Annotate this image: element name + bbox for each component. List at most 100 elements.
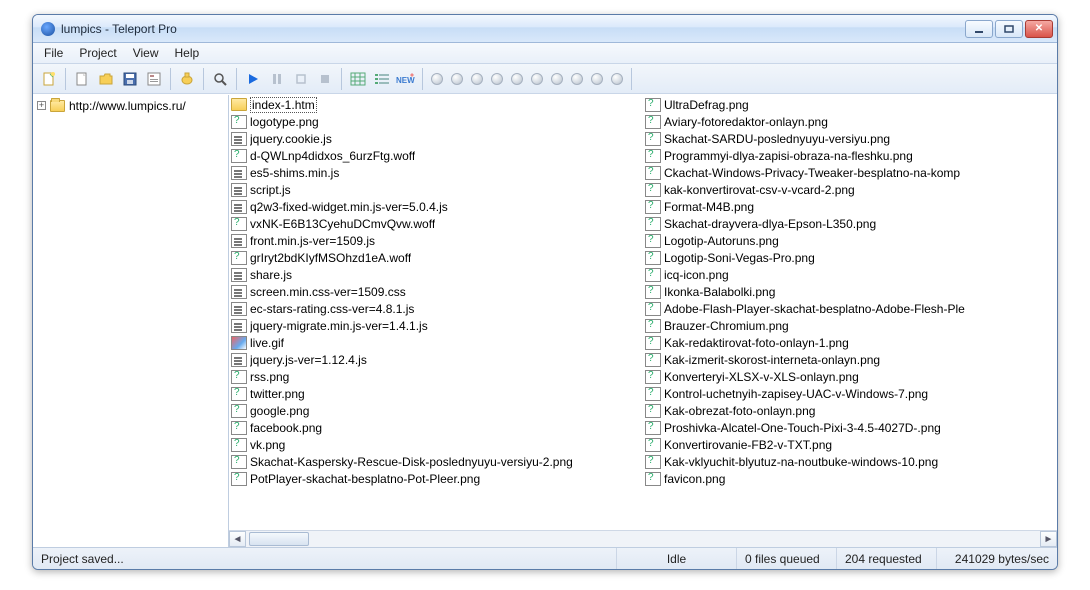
new-address-button[interactable]: NEW — [395, 68, 417, 90]
file-name: jquery.js-ver=1.12.4.js — [250, 353, 367, 367]
file-item[interactable]: Proshivka-Alcatel-One-Touch-Pixi-3-4.5-4… — [645, 419, 1055, 436]
file-item[interactable]: twitter.png — [231, 385, 641, 402]
expand-icon[interactable]: + — [37, 101, 46, 110]
horizontal-scrollbar[interactable]: ◄ ► — [229, 530, 1057, 547]
file-item[interactable]: share.js — [231, 266, 641, 283]
run-button[interactable] — [242, 68, 264, 90]
file-item[interactable]: vk.png — [231, 436, 641, 453]
file-item[interactable]: jquery.js-ver=1.12.4.js — [231, 351, 641, 368]
scroll-right-button[interactable]: ► — [1040, 531, 1057, 547]
menu-view[interactable]: View — [126, 45, 166, 61]
file-name: live.gif — [250, 336, 284, 350]
q-icon — [645, 268, 661, 282]
file-item[interactable]: jquery-migrate.min.js-ver=1.4.1.js — [231, 317, 641, 334]
file-item[interactable]: q2w3-fixed-widget.min.js-ver=5.0.4.js — [231, 198, 641, 215]
maximize-button[interactable] — [995, 20, 1023, 38]
abort-button[interactable] — [314, 68, 336, 90]
file-item[interactable]: Logotip-Soni-Vegas-Pro.png — [645, 249, 1055, 266]
file-item[interactable]: Kak-izmerit-skorost-interneta-onlayn.png — [645, 351, 1055, 368]
file-item[interactable]: es5-shims.min.js — [231, 164, 641, 181]
thread-indicator-8[interactable] — [568, 70, 586, 88]
file-item[interactable]: script.js — [231, 181, 641, 198]
file-item[interactable]: vxNK-E6B13CyehuDCmvQvw.woff — [231, 215, 641, 232]
thread-indicator-6[interactable] — [528, 70, 546, 88]
file-item[interactable]: Skachat-Kaspersky-Rescue-Disk-poslednyuy… — [231, 453, 641, 470]
browser-button[interactable] — [176, 68, 198, 90]
file-item[interactable]: kak-konvertirovat-csv-v-vcard-2.png — [645, 181, 1055, 198]
file-column-2[interactable]: UltraDefrag.pngAviary-fotoredaktor-onlay… — [643, 95, 1057, 530]
menu-help[interactable]: Help — [168, 45, 207, 61]
thread-indicator-9[interactable] — [588, 70, 606, 88]
file-item[interactable]: icq-icon.png — [645, 266, 1055, 283]
file-item[interactable]: Skachat-SARDU-poslednyuyu-versiyu.png — [645, 130, 1055, 147]
pause-button[interactable] — [266, 68, 288, 90]
file-item[interactable]: jquery.cookie.js — [231, 130, 641, 147]
scroll-left-button[interactable]: ◄ — [229, 531, 246, 547]
file-item[interactable]: Brauzer-Chromium.png — [645, 317, 1055, 334]
file-item[interactable]: google.png — [231, 402, 641, 419]
file-item[interactable]: index-1.htm — [231, 96, 641, 113]
file-item[interactable]: front.min.js-ver=1509.js — [231, 232, 641, 249]
tree-root-row[interactable]: + http://www.lumpics.ru/ — [37, 97, 224, 114]
file-item[interactable]: Kak-vklyuchit-blyutuz-na-noutbuke-window… — [645, 453, 1055, 470]
tree-root-label: http://www.lumpics.ru/ — [69, 99, 186, 113]
title-bar[interactable]: lumpics - Teleport Pro ✕ — [33, 15, 1057, 43]
q-icon — [645, 472, 661, 486]
new-file-button[interactable] — [71, 68, 93, 90]
view-list-button[interactable] — [371, 68, 393, 90]
file-item[interactable]: PotPlayer-skachat-besplatno-Pot-Pleer.pn… — [231, 470, 641, 487]
thread-indicator-4[interactable] — [488, 70, 506, 88]
file-item[interactable]: facebook.png — [231, 419, 641, 436]
minimize-button[interactable] — [965, 20, 993, 38]
file-item[interactable]: Aviary-fotoredaktor-onlayn.png — [645, 113, 1055, 130]
thread-indicator-10[interactable] — [608, 70, 626, 88]
svg-text:NEW: NEW — [396, 76, 415, 85]
close-button[interactable]: ✕ — [1025, 20, 1053, 38]
file-item[interactable]: Format-M4B.png — [645, 198, 1055, 215]
find-button[interactable] — [209, 68, 231, 90]
file-item[interactable]: live.gif — [231, 334, 641, 351]
file-item[interactable]: Ikonka-Balabolki.png — [645, 283, 1055, 300]
file-item[interactable]: Konvertirovanie-FB2-v-TXT.png — [645, 436, 1055, 453]
q-icon — [645, 438, 661, 452]
open-button[interactable] — [95, 68, 117, 90]
view-large-button[interactable] — [347, 68, 369, 90]
scroll-thumb[interactable] — [249, 532, 309, 546]
file-item[interactable]: favicon.png — [645, 470, 1055, 487]
file-item[interactable]: Kak-redaktirovat-foto-onlayn-1.png — [645, 334, 1055, 351]
thread-indicator-3[interactable] — [468, 70, 486, 88]
file-name: kak-konvertirovat-csv-v-vcard-2.png — [664, 183, 855, 197]
file-name: Kontrol-uchetnyih-zapisey-UAC-v-Windows-… — [664, 387, 928, 401]
file-item[interactable]: Skachat-drayvera-dlya-Epson-L350.png — [645, 215, 1055, 232]
menu-project[interactable]: Project — [72, 45, 123, 61]
file-item[interactable]: Programmyi-dlya-zapisi-obraza-na-fleshku… — [645, 147, 1055, 164]
properties-button[interactable] — [143, 68, 165, 90]
file-item[interactable]: Logotip-Autoruns.png — [645, 232, 1055, 249]
file-column-1[interactable]: index-1.htmlogotype.pngjquery.cookie.jsd… — [229, 95, 643, 530]
file-item[interactable]: grIryt2bdKIyfMSOhzd1eA.woff — [231, 249, 641, 266]
save-button[interactable] — [119, 68, 141, 90]
thread-indicator-2[interactable] — [448, 70, 466, 88]
file-item[interactable]: Adobe-Flash-Player-skachat-besplatno-Ado… — [645, 300, 1055, 317]
file-item[interactable]: screen.min.css-ver=1509.css — [231, 283, 641, 300]
file-item[interactable]: Kak-obrezat-foto-onlayn.png — [645, 402, 1055, 419]
tree-pane[interactable]: + http://www.lumpics.ru/ — [33, 95, 229, 547]
file-item[interactable]: logotype.png — [231, 113, 641, 130]
thread-indicator-7[interactable] — [548, 70, 566, 88]
js-icon — [231, 183, 247, 197]
file-item[interactable]: UltraDefrag.png — [645, 96, 1055, 113]
menu-file[interactable]: File — [37, 45, 70, 61]
thread-indicator-5[interactable] — [508, 70, 526, 88]
file-item[interactable]: Konverteryi-XLSX-v-XLS-onlayn.png — [645, 368, 1055, 385]
stop-button[interactable] — [290, 68, 312, 90]
file-item[interactable]: ec-stars-rating.css-ver=4.8.1.js — [231, 300, 641, 317]
file-item[interactable]: Ckachat-Windows-Privacy-Tweaker-besplatn… — [645, 164, 1055, 181]
js-icon — [231, 166, 247, 180]
new-project-button[interactable] — [38, 68, 60, 90]
thread-indicator-1[interactable] — [428, 70, 446, 88]
file-name: Kak-izmerit-skorost-interneta-onlayn.png — [664, 353, 880, 367]
file-name: screen.min.css-ver=1509.css — [250, 285, 406, 299]
file-item[interactable]: rss.png — [231, 368, 641, 385]
file-item[interactable]: d-QWLnp4didxos_6urzFtg.woff — [231, 147, 641, 164]
file-item[interactable]: Kontrol-uchetnyih-zapisey-UAC-v-Windows-… — [645, 385, 1055, 402]
